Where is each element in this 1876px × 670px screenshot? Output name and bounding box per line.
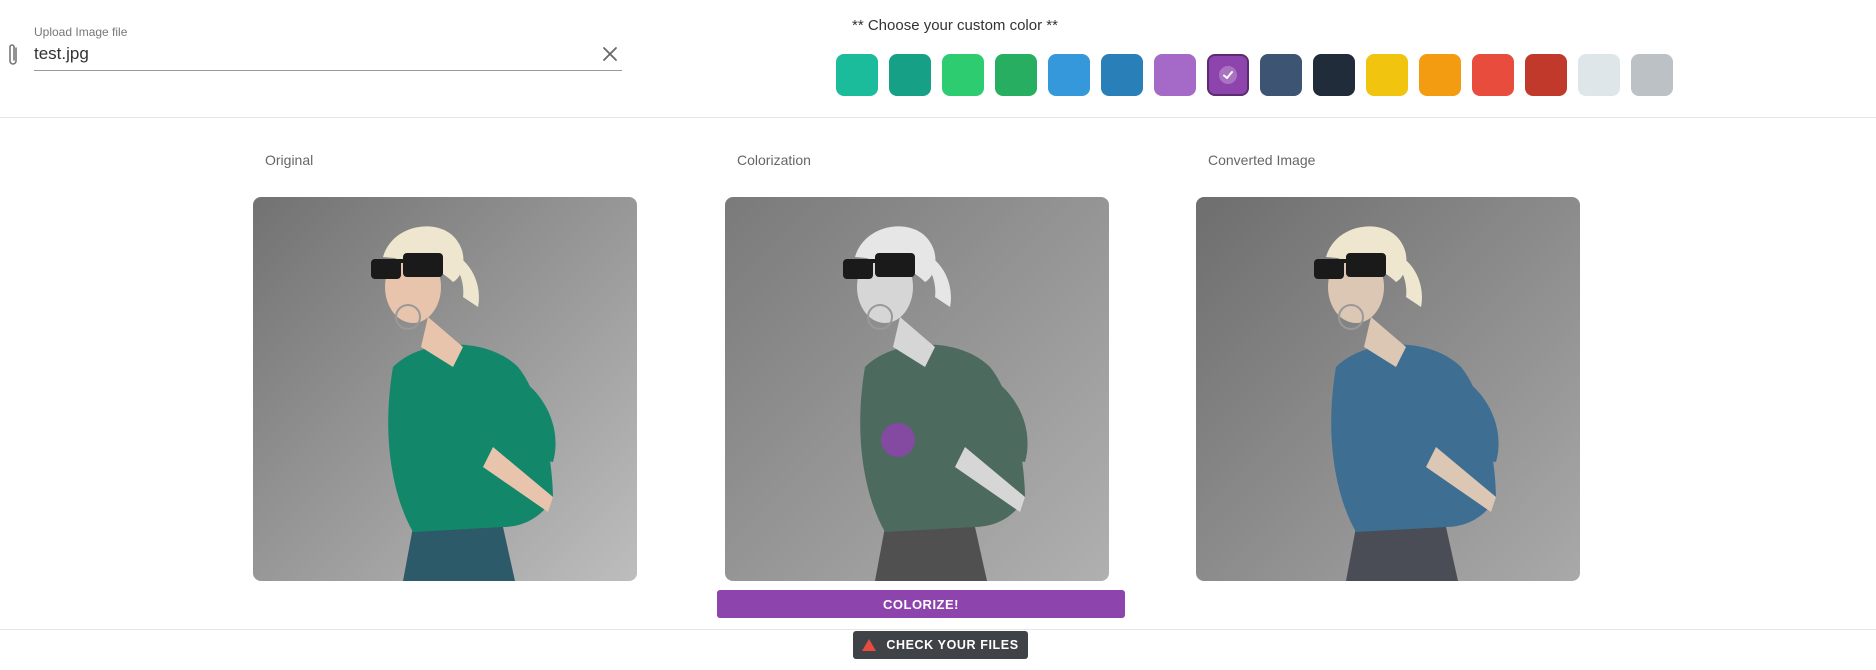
color-swatch[interactable] [1048, 54, 1090, 96]
color-swatch[interactable] [1472, 54, 1514, 96]
colorize-button[interactable]: COLORIZE! [717, 590, 1125, 618]
color-swatch[interactable] [1207, 54, 1249, 96]
original-label: Original [265, 152, 314, 168]
color-marker[interactable] [881, 423, 915, 457]
top-toolbar: Upload Image file test.jpg ** Choose you… [0, 0, 1876, 118]
upload-file-field[interactable]: Upload Image file test.jpg [0, 22, 630, 74]
upload-field-label: Upload Image file [34, 25, 128, 39]
paperclip-icon[interactable] [5, 42, 21, 68]
color-swatch[interactable] [1366, 54, 1408, 96]
color-swatch[interactable] [1260, 54, 1302, 96]
converted-image [1196, 197, 1580, 581]
color-swatch[interactable] [1101, 54, 1143, 96]
color-palette-heading: ** Choose your custom color ** [852, 17, 1058, 34]
color-swatch[interactable] [889, 54, 931, 96]
close-icon[interactable] [600, 44, 620, 64]
color-swatch[interactable] [1578, 54, 1620, 96]
color-swatch[interactable] [836, 54, 878, 96]
color-swatch[interactable] [1631, 54, 1673, 96]
warning-icon [862, 639, 877, 651]
check-icon [1219, 66, 1237, 84]
color-swatch[interactable] [995, 54, 1037, 96]
check-files-button[interactable]: CHECK YOUR FILES [853, 631, 1028, 659]
bottom-divider [0, 629, 1876, 630]
color-swatch[interactable] [1154, 54, 1196, 96]
converted-image-label: Converted Image [1208, 152, 1316, 168]
check-files-label: CHECK YOUR FILES [886, 638, 1019, 652]
color-swatch[interactable] [1419, 54, 1461, 96]
color-swatch[interactable] [1525, 54, 1567, 96]
color-swatch[interactable] [942, 54, 984, 96]
color-palette [836, 54, 1673, 96]
colorization-label: Colorization [737, 152, 811, 168]
color-swatch[interactable] [1313, 54, 1355, 96]
upload-file-name[interactable]: test.jpg [34, 44, 89, 64]
original-image [253, 197, 637, 581]
colorization-canvas[interactable] [725, 197, 1109, 581]
upload-field-underline [34, 70, 622, 71]
